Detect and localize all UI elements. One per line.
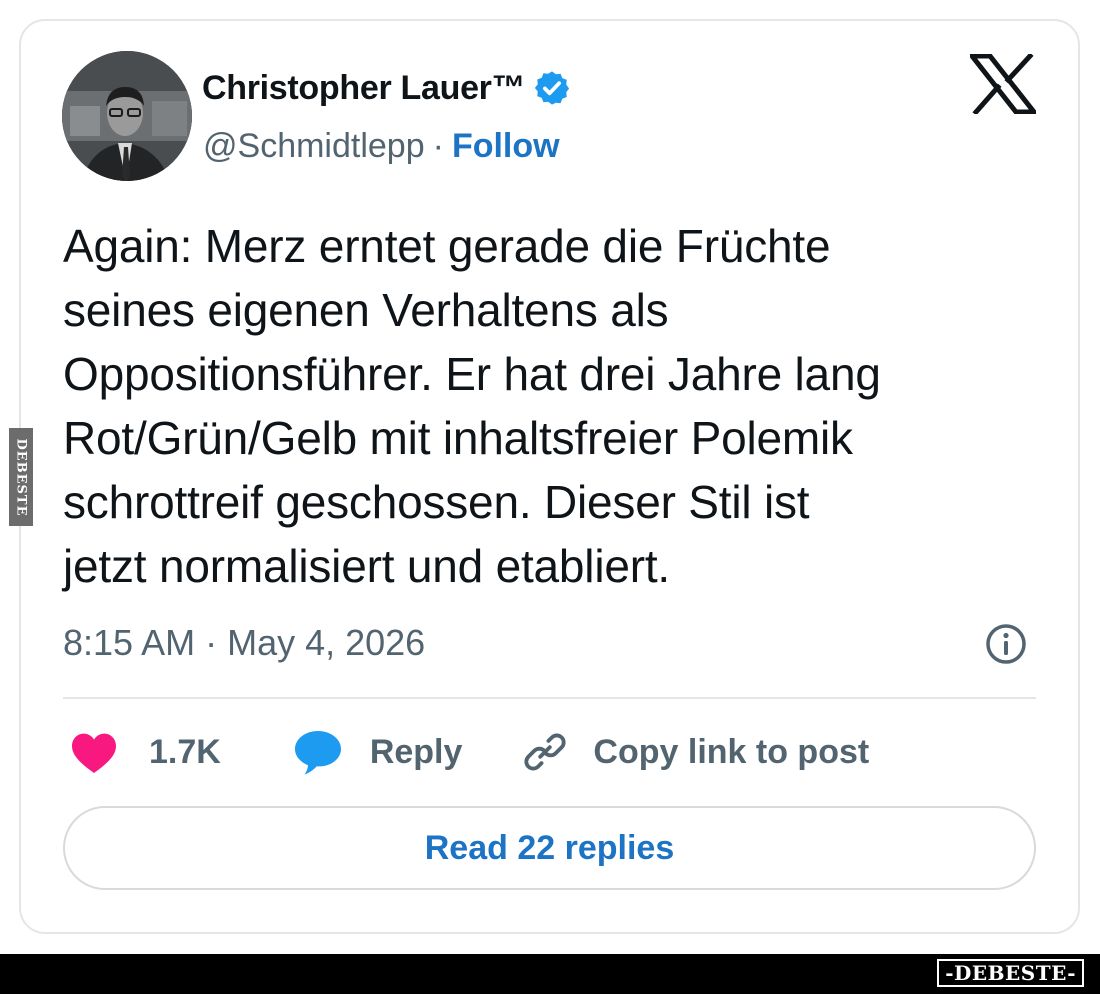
tweet-line: Rot/Grün/Gelb mit inhaltsfreier Polemik (63, 412, 853, 464)
action-bar: 1.7K Reply Copy link to post (70, 724, 869, 780)
tweet-line: Again: Merz erntet gerade die Früchte (63, 220, 831, 272)
tweet-timestamp[interactable]: 8:15 AM · May 4, 2026 (63, 620, 425, 666)
reply-label: Reply (369, 732, 463, 771)
x-logo-icon[interactable] (970, 54, 1036, 114)
link-icon (524, 733, 567, 771)
follow-button[interactable]: Follow (452, 127, 560, 166)
verified-badge-icon (535, 71, 570, 105)
like-count: 1.7K (149, 732, 221, 771)
copy-link-button[interactable]: Copy link to post (522, 729, 869, 775)
side-watermark: DEBESTE (9, 428, 33, 526)
author-handle[interactable]: @Schmidtlepp (203, 127, 425, 166)
author-name-row: Christopher Lauer™ (202, 64, 571, 112)
side-watermark-text: DEBESTE (13, 437, 29, 517)
divider (63, 697, 1036, 699)
tweet-text: Again: Merz erntet gerade die Früchte se… (63, 214, 1053, 598)
tweet-line: seines eigenen Verhaltens als (63, 284, 669, 336)
avatar[interactable] (62, 51, 192, 181)
read-replies-button[interactable]: Read 22 replies (63, 806, 1036, 890)
profile-photo-icon (62, 51, 192, 181)
copy-link-label: Copy link to post (593, 732, 870, 771)
author-handle-row: @Schmidtlepp · Follow (203, 124, 560, 168)
reply-button[interactable]: Reply (293, 728, 463, 776)
bottom-watermark: -DEBESTE- (937, 959, 1084, 987)
reply-bubble-icon (294, 731, 341, 775)
author-name[interactable]: Christopher Lauer™ (202, 69, 526, 108)
heart-icon (72, 733, 116, 773)
handle-separator: · (432, 126, 444, 165)
info-icon[interactable] (984, 622, 1028, 666)
tweet-line: schrottreif geschossen. Dieser Stil ist (63, 476, 810, 528)
tweet-line: jetzt normalisiert und etabliert. (63, 540, 671, 592)
bottom-watermark-bar: -DEBESTE- (0, 954, 1100, 994)
tweet-line: Oppositionsführer. Er hat drei Jahre lan… (63, 348, 881, 400)
like-button[interactable]: 1.7K (70, 730, 221, 774)
